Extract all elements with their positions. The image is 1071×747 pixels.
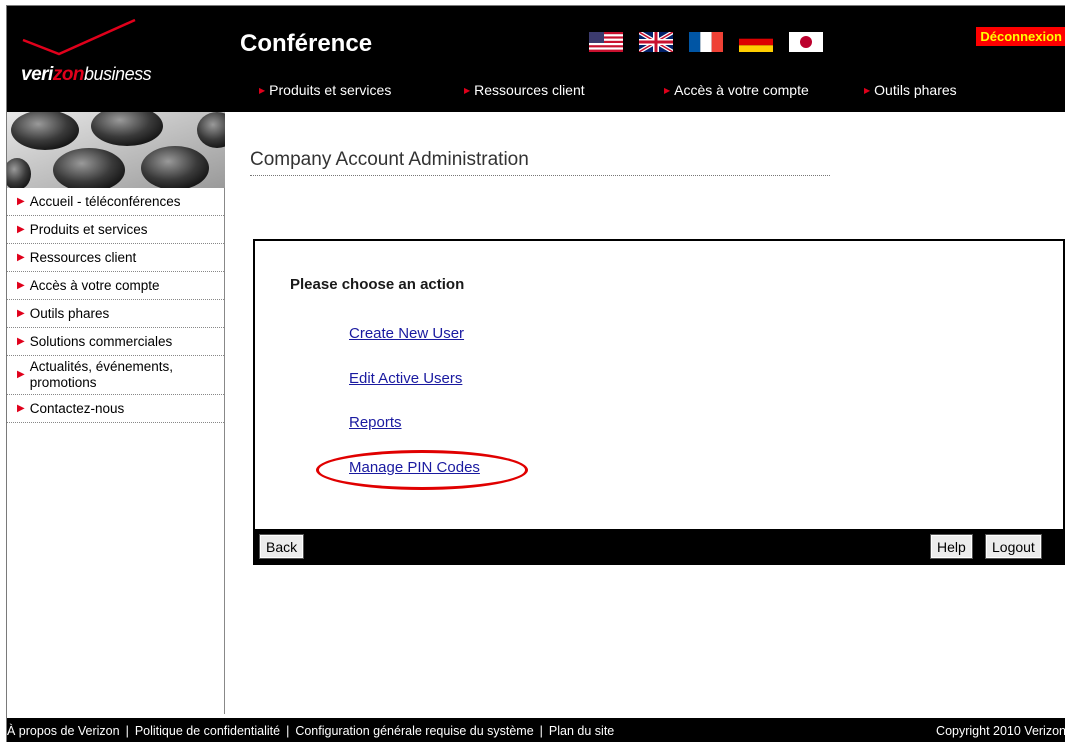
sidebar-item-accueil[interactable]: ▶ Accueil - téléconférences	[7, 188, 224, 216]
header: verizonbusiness Conférence Déconnexion ▶…	[7, 6, 1065, 112]
footer-link-sitemap[interactable]: Plan du site	[549, 724, 614, 738]
topnav-item-ressources[interactable]: ▶ Ressources client	[464, 82, 585, 98]
sidebar-item-produits[interactable]: ▶ Produits et services	[7, 216, 224, 244]
sidebar-item-label: Accueil - téléconférences	[29, 194, 181, 209]
footer-link-requirements[interactable]: Configuration générale requise du systèm…	[295, 724, 533, 738]
footer-separator: |	[539, 724, 543, 738]
sidebar-item-label: Produits et services	[29, 222, 148, 237]
logout-button[interactable]: Logout	[985, 534, 1042, 559]
menu-arrow-icon: ▶	[17, 403, 25, 414]
app-title: Conférence	[240, 30, 373, 57]
back-button[interactable]: Back	[258, 534, 305, 559]
help-button[interactable]: Help	[930, 534, 973, 559]
sidebar-item-label: Contactez-nous	[29, 401, 125, 416]
footer-link-about[interactable]: À propos de Verizon	[7, 724, 120, 738]
panel-heading: Please choose an action	[290, 276, 465, 293]
menu-arrow-icon: ▶	[17, 280, 25, 291]
sidebar-item-contact[interactable]: ▶ Contactez-nous	[7, 395, 224, 423]
nav-arrow-icon: ▶	[259, 85, 266, 95]
uk-flag-icon[interactable]	[639, 32, 673, 52]
footer-separator: |	[125, 724, 129, 738]
topnav-item-acces[interactable]: ▶ Accès à votre compte	[664, 82, 809, 98]
footer-link-privacy[interactable]: Politique de confidentialité	[135, 724, 280, 738]
reports-link[interactable]: Reports	[349, 414, 402, 431]
nav-arrow-icon: ▶	[464, 85, 471, 95]
phone-keypad-image	[7, 112, 225, 188]
create-new-user-link[interactable]: Create New User	[349, 325, 464, 342]
sidebar-item-label: Actualités, événements, promotions	[29, 359, 174, 390]
logo-text-business: business	[84, 64, 152, 84]
footer-links: À propos de Verizon | Politique de confide…	[7, 724, 614, 738]
topnav-item-outils[interactable]: ▶ Outils phares	[864, 82, 957, 98]
sidebar-item-label: Outils phares	[29, 306, 110, 321]
topnav-label: Produits et services	[269, 82, 392, 98]
language-flags	[589, 32, 823, 52]
action-panel: Please choose an action Create New User …	[253, 239, 1065, 565]
nav-arrow-icon: ▶	[864, 85, 871, 95]
topnav-label: Ressources client	[474, 82, 585, 98]
sidebar-item-ressources[interactable]: ▶ Ressources client	[7, 244, 224, 272]
germany-flag-icon[interactable]	[739, 32, 773, 52]
footer: À propos de Verizon | Politique de confide…	[7, 718, 1065, 742]
france-flag-icon[interactable]	[689, 32, 723, 52]
edit-active-users-link[interactable]: Edit Active Users	[349, 370, 462, 387]
menu-arrow-icon: ▶	[17, 336, 25, 347]
menu-arrow-icon: ▶	[17, 308, 25, 319]
menu-arrow-icon: ▶	[17, 224, 25, 235]
menu-arrow-icon: ▶	[17, 196, 25, 207]
sidebar-item-label: Ressources client	[29, 250, 137, 265]
topnav-label: Accès à votre compte	[674, 82, 809, 98]
sidebar-item-label: Solutions commerciales	[29, 334, 173, 349]
topnav-item-produits[interactable]: ▶ Produits et services	[259, 82, 391, 98]
us-flag-icon[interactable]	[589, 32, 623, 52]
page-title: Company Account Administration	[250, 149, 830, 176]
nav-arrow-icon: ▶	[664, 85, 671, 95]
japan-flag-icon[interactable]	[789, 32, 823, 52]
sidebar-item-solutions[interactable]: ▶ Solutions commerciales	[7, 328, 224, 356]
logo-checkmark-icon	[22, 18, 136, 56]
sidebar-item-label: Accès à votre compte	[29, 278, 160, 293]
copyright-text: Copyright 2010 Verizon	[936, 724, 1065, 738]
top-navigation: ▶ Produits et services ▶ Ressources clie…	[7, 82, 1065, 106]
logout-top-button[interactable]: Déconnexion	[976, 27, 1065, 46]
sidebar-menu: ▶ Accueil - téléconférences ▶ Produits e…	[7, 188, 224, 423]
sidebar-item-acces[interactable]: ▶ Accès à votre compte	[7, 272, 224, 300]
menu-arrow-icon: ▶	[17, 369, 25, 380]
topnav-label: Outils phares	[874, 82, 957, 98]
browser-frame: verizonbusiness Conférence Déconnexion ▶…	[6, 5, 1065, 742]
footer-separator: |	[286, 724, 290, 738]
menu-arrow-icon: ▶	[17, 252, 25, 263]
sidebar-item-outils[interactable]: ▶ Outils phares	[7, 300, 224, 328]
manage-pin-codes-link[interactable]: Manage PIN Codes	[349, 459, 480, 476]
sidebar: ▶ Accueil - téléconférences ▶ Produits e…	[7, 112, 225, 714]
sidebar-item-actualites[interactable]: ▶ Actualités, événements, promotions	[7, 356, 224, 395]
panel-toolbar: Back Help Logout	[255, 529, 1063, 563]
